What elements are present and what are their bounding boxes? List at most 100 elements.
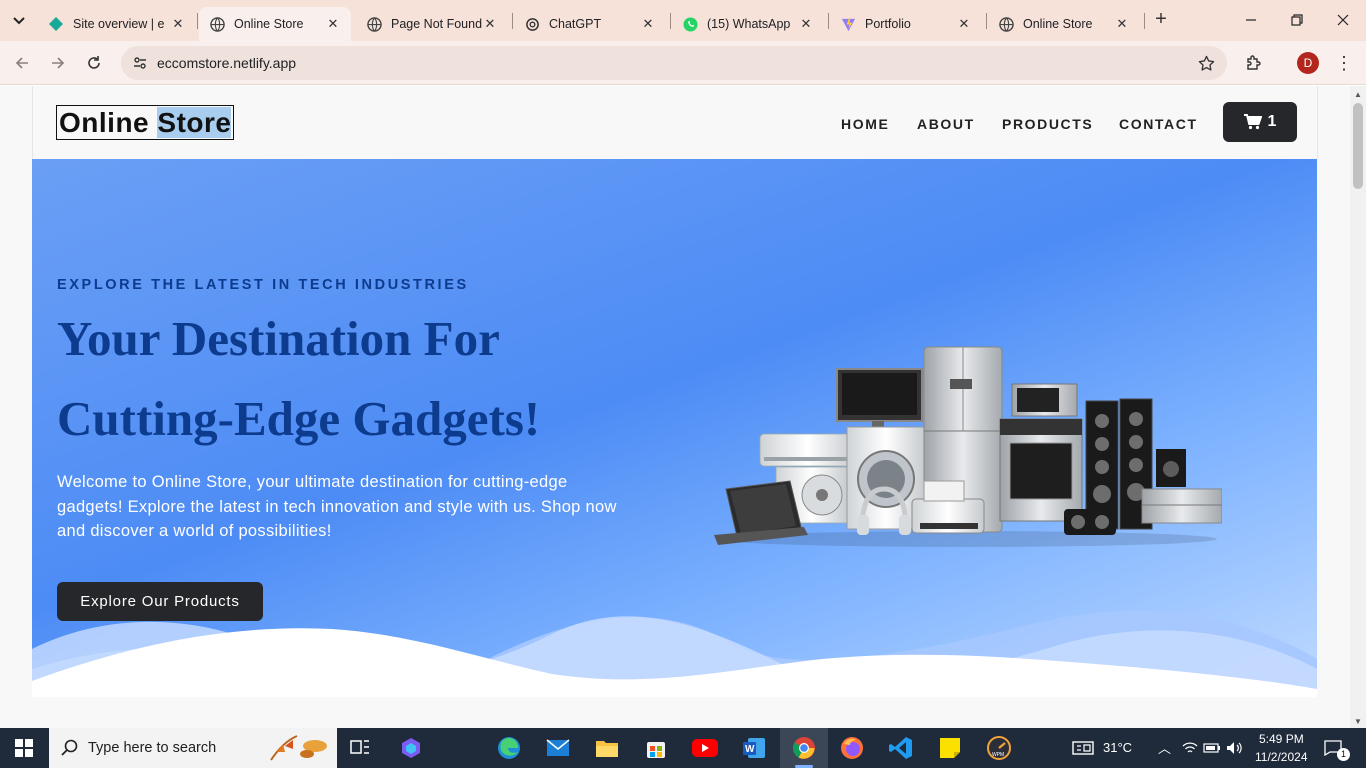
task-view-icon[interactable] bbox=[346, 734, 374, 762]
reload-icon bbox=[88, 56, 100, 69]
scroll-down-arrow-icon[interactable]: ▼ bbox=[1354, 717, 1362, 726]
tab-online-store[interactable]: Online Store ✕ bbox=[988, 7, 1140, 41]
hero-wave-decoration bbox=[32, 610, 1317, 697]
browser-tabstrip: Site overview | e ✕ Online Store ✕ Page … bbox=[0, 0, 1366, 41]
globe-icon bbox=[366, 16, 382, 32]
tab-portfolio[interactable]: Portfolio ✕ bbox=[830, 7, 982, 41]
file-explorer-icon[interactable] bbox=[593, 734, 621, 762]
tab-page-not-found[interactable]: Page Not Found ✕ bbox=[356, 7, 508, 41]
search-icon bbox=[61, 739, 78, 756]
volume-icon[interactable] bbox=[1225, 734, 1245, 762]
reload-button[interactable] bbox=[79, 48, 109, 78]
forward-button[interactable] bbox=[43, 48, 73, 78]
start-button[interactable] bbox=[0, 728, 48, 768]
site-settings-icon[interactable] bbox=[129, 52, 151, 74]
close-icon[interactable]: ✕ bbox=[482, 16, 498, 32]
tab-chatgpt[interactable]: ChatGPT ✕ bbox=[514, 7, 666, 41]
search-placeholder: Type here to search bbox=[88, 740, 217, 756]
close-icon[interactable]: ✕ bbox=[798, 16, 814, 32]
weather-temperature[interactable]: 31°C bbox=[1103, 740, 1132, 755]
network-icon[interactable] bbox=[1180, 734, 1200, 762]
windows-logo-icon bbox=[15, 739, 33, 757]
nav-home[interactable]: HOME bbox=[841, 116, 889, 132]
tab-whatsapp[interactable]: (15) WhatsApp ✕ bbox=[672, 7, 824, 41]
globe-icon bbox=[998, 16, 1014, 32]
cart-button[interactable]: 1 bbox=[1223, 102, 1297, 142]
chevron-down-icon bbox=[13, 17, 25, 25]
tab-title: Site overview | e bbox=[73, 17, 165, 31]
clock-date[interactable]: 11/2/2024 bbox=[1255, 750, 1308, 764]
weather-icon[interactable] bbox=[1070, 734, 1096, 762]
autumn-leaves-icon bbox=[270, 735, 327, 761]
address-bar[interactable]: eccomstore.netlify.app bbox=[121, 46, 1227, 80]
sticky-notes-icon[interactable] bbox=[936, 734, 964, 762]
tab-divider bbox=[512, 13, 513, 29]
cart-icon bbox=[1243, 114, 1262, 130]
microsoft-store-icon[interactable] bbox=[642, 734, 670, 762]
arrow-right-icon bbox=[52, 57, 65, 69]
appliances-image bbox=[714, 346, 1222, 547]
windows-taskbar: Type here to search W WPM 31°C ︿ 5:49 PM… bbox=[0, 728, 1366, 768]
minimize-button[interactable] bbox=[1236, 5, 1266, 35]
extensions-puzzle-icon[interactable] bbox=[1241, 51, 1267, 75]
hero-headline-line1: Your Destination For bbox=[57, 311, 500, 366]
nav-products[interactable]: PRODUCTS bbox=[1002, 116, 1093, 132]
close-icon[interactable]: ✕ bbox=[1114, 16, 1130, 32]
tab-divider bbox=[1144, 13, 1145, 29]
profile-avatar[interactable]: D bbox=[1297, 52, 1319, 74]
clock-time[interactable]: 5:49 PM bbox=[1259, 732, 1304, 746]
tab-divider bbox=[986, 13, 987, 29]
back-button[interactable] bbox=[7, 48, 37, 78]
speedtest-icon[interactable]: WPM bbox=[985, 734, 1013, 762]
close-icon[interactable]: ✕ bbox=[325, 16, 341, 32]
page-scrollbar[interactable]: ▲ ▼ bbox=[1350, 86, 1366, 728]
battery-icon[interactable] bbox=[1202, 734, 1222, 762]
whatsapp-icon bbox=[682, 16, 698, 32]
close-icon[interactable]: ✕ bbox=[640, 16, 656, 32]
chrome-icon[interactable] bbox=[790, 734, 818, 762]
tab-site-overview[interactable]: Site overview | e ✕ bbox=[38, 7, 196, 41]
tab-online-store-active[interactable]: Online Store ✕ bbox=[199, 7, 351, 41]
tab-search-button[interactable] bbox=[6, 8, 32, 34]
firefox-icon[interactable] bbox=[838, 734, 866, 762]
mail-icon[interactable] bbox=[544, 734, 572, 762]
tab-title: ChatGPT bbox=[549, 17, 602, 31]
taskbar-search-box[interactable]: Type here to search bbox=[49, 728, 337, 768]
notification-count-badge: 1 bbox=[1337, 748, 1350, 761]
restore-button[interactable] bbox=[1282, 5, 1312, 35]
close-icon bbox=[1337, 14, 1349, 26]
close-icon[interactable]: ✕ bbox=[956, 16, 972, 32]
cart-count: 1 bbox=[1267, 113, 1277, 130]
tab-title: Portfolio bbox=[865, 17, 911, 31]
nav-contact[interactable]: CONTACT bbox=[1119, 116, 1198, 132]
nav-about[interactable]: ABOUT bbox=[917, 116, 975, 132]
scroll-up-arrow-icon[interactable]: ▲ bbox=[1354, 90, 1362, 99]
hero-eyebrow: EXPLORE THE LATEST IN TECH INDUSTRIES bbox=[57, 277, 469, 293]
netlify-icon bbox=[48, 16, 64, 32]
new-tab-button[interactable]: + bbox=[1150, 9, 1172, 31]
url-text[interactable]: eccomstore.netlify.app bbox=[157, 55, 296, 71]
scroll-thumb[interactable] bbox=[1353, 103, 1363, 189]
vscode-icon[interactable] bbox=[887, 734, 915, 762]
site-header: Online Store HOME ABOUT PRODUCTS CONTACT… bbox=[32, 86, 1318, 159]
bookmark-star-icon[interactable] bbox=[1195, 52, 1217, 74]
hero-headline: Your Destination For Cutting-Edge Gadget… bbox=[57, 299, 697, 459]
tab-title: Page Not Found bbox=[391, 17, 482, 31]
tab-divider bbox=[197, 13, 198, 29]
copilot-icon[interactable] bbox=[397, 734, 425, 762]
hero-section: EXPLORE THE LATEST IN TECH INDUSTRIES Yo… bbox=[32, 159, 1317, 697]
close-icon[interactable]: ✕ bbox=[170, 16, 186, 32]
page-viewport: Online Store HOME ABOUT PRODUCTS CONTACT… bbox=[0, 86, 1350, 728]
tab-title: Online Store bbox=[234, 17, 304, 31]
browser-menu-icon[interactable]: ⋮ bbox=[1335, 51, 1353, 75]
tab-title: (15) WhatsApp bbox=[707, 17, 791, 31]
word-icon[interactable]: W bbox=[740, 734, 768, 762]
youtube-icon[interactable] bbox=[691, 734, 719, 762]
edge-browser-icon[interactable] bbox=[495, 734, 523, 762]
svg-text:WPM: WPM bbox=[992, 752, 1004, 758]
minimize-icon bbox=[1246, 19, 1256, 21]
close-window-button[interactable] bbox=[1328, 5, 1358, 35]
vite-icon bbox=[840, 16, 856, 32]
svg-text:W: W bbox=[745, 744, 755, 755]
show-hidden-icons-chevron-icon[interactable]: ︿ bbox=[1158, 738, 1171, 757]
